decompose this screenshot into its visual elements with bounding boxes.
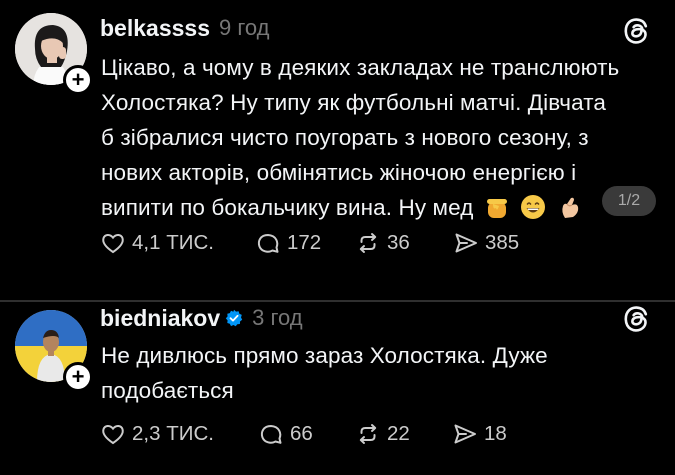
like-button[interactable]: 4,1 ТИС. — [100, 228, 255, 258]
comment-icon — [260, 425, 282, 444]
post-time: 9 год — [218, 15, 270, 40]
username[interactable]: belkassss — [100, 15, 210, 42]
pinching-hand-icon — [561, 197, 578, 218]
post-text-line: випити по бокальчику вина. Ну мед — [101, 195, 474, 220]
verified-badge-icon — [225, 309, 243, 327]
repost-count: 36 — [387, 231, 410, 254]
post-text: Не дивлюсь прямо зараз Холостяка. Дуже п… — [101, 338, 661, 408]
threads-logo-icon[interactable] — [621, 16, 651, 46]
post-text-line: Холостяка? Ну типу як футбольні матчі. Д… — [101, 90, 606, 115]
post-text-line: б зібралися чисто поугорать з нового сез… — [101, 125, 589, 150]
heart-icon — [102, 233, 124, 254]
repost-button[interactable]: 22 — [355, 419, 452, 449]
repost-button[interactable]: 36 — [355, 228, 453, 258]
username[interactable]: biedniakov — [100, 305, 220, 332]
like-button[interactable]: 2,3 ТИС. — [100, 419, 258, 449]
threads-logo-icon[interactable] — [621, 304, 651, 334]
carousel-page-indicator: 1/2 — [602, 186, 656, 216]
post-time: 3 год — [252, 305, 303, 330]
repost-icon — [359, 233, 377, 253]
post-text: Цікаво, а чому в деяких закладах не тран… — [101, 50, 661, 225]
post-text-line: подобається — [101, 378, 234, 403]
thread-post: + biedniakov 3 год Не дивлюсь прямо зара… — [0, 302, 675, 475]
share-button[interactable]: 18 — [452, 419, 507, 449]
reply-count: 66 — [290, 422, 313, 445]
share-count: 18 — [484, 422, 507, 445]
send-icon — [455, 233, 477, 253]
repost-count: 22 — [387, 422, 410, 445]
post-actions: 2,3 ТИС. 66 22 18 — [100, 419, 507, 449]
heart-icon — [102, 424, 124, 445]
repost-icon — [359, 424, 377, 444]
grinning-face-icon — [521, 195, 546, 219]
share-count: 385 — [485, 231, 520, 254]
share-button[interactable]: 385 — [453, 228, 519, 258]
send-icon — [454, 424, 476, 444]
avatar-container[interactable]: + — [15, 13, 93, 95]
post-header: belkassss 9 год — [100, 12, 269, 44]
post-text-line: Цікаво, а чому в деяких закладах не тран… — [101, 55, 620, 80]
reply-button[interactable]: 66 — [258, 419, 355, 449]
follow-plus-icon[interactable]: + — [63, 362, 93, 392]
post-text-line: Не дивлюсь прямо зараз Холостяка. Дуже — [101, 343, 548, 368]
comment-icon — [257, 234, 279, 253]
post-text-last-line: випити по бокальчику вина. Ну мед — [101, 190, 661, 225]
like-count: 4,1 ТИС. — [132, 231, 214, 254]
honey-pot-icon — [486, 199, 507, 218]
post-header: biedniakov 3 год — [100, 302, 303, 334]
thread-post: + belkassss 9 год Цікаво, а чому в деяки… — [0, 0, 675, 302]
avatar-container[interactable]: + — [15, 310, 93, 392]
reply-button[interactable]: 172 — [255, 228, 355, 258]
reply-count: 172 — [287, 231, 322, 254]
like-count: 2,3 ТИС. — [132, 422, 214, 445]
post-text-line: нових акторів, обмінятись жіночою енергі… — [101, 160, 577, 185]
post-actions: 4,1 ТИС. 172 36 385 — [100, 228, 519, 258]
follow-plus-icon[interactable]: + — [63, 65, 93, 95]
